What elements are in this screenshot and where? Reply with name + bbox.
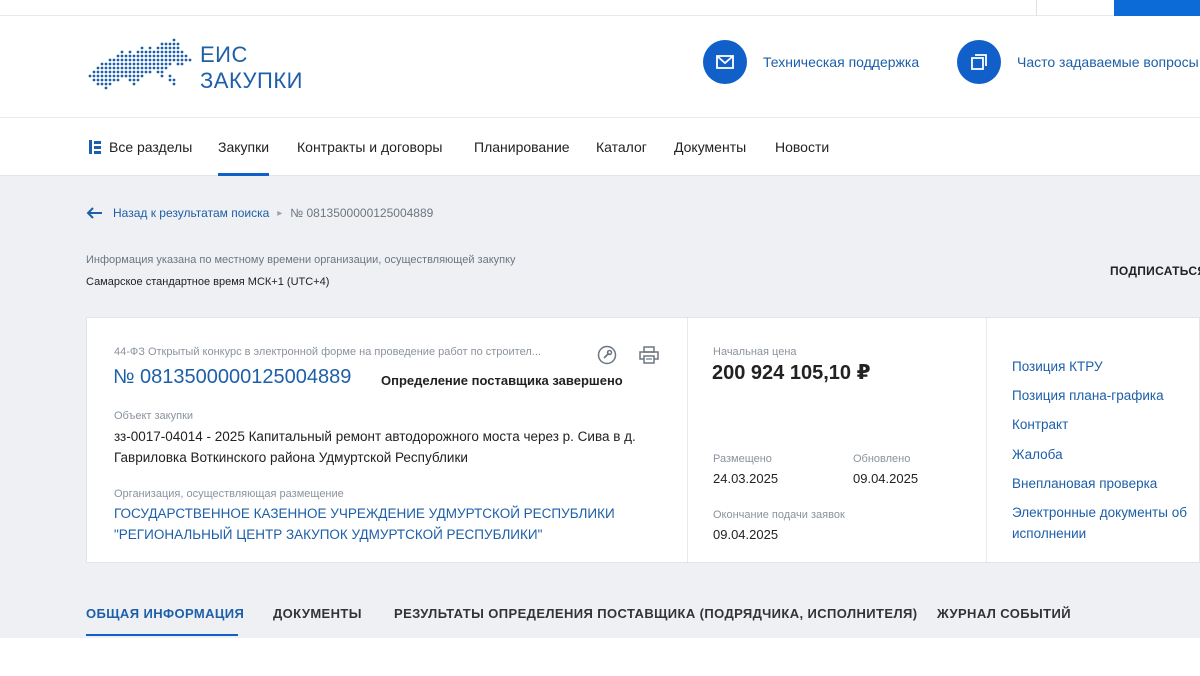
eis-logo[interactable]: ЕИС ЗАКУПКИ [86,38,316,98]
procedure-type: 44-ФЗ Открытый конкурс в электронной фор… [114,346,541,358]
price-value: 200 924 105,10 ₽ [712,362,871,384]
nav-all-sections[interactable]: Все разделы [88,118,192,176]
complaint-link[interactable]: Жалоба [1012,444,1063,465]
russia-map-dots-icon [88,38,192,90]
breadcrumb-current: № 0813500000125004889 [290,206,434,220]
object-value: зз-0017-04014 - 2025 Капитальный ремонт … [114,429,636,465]
timezone-info: Информация указана по местному времени о… [86,254,516,266]
tab-general-info[interactable]: ОБЩАЯ ИНФОРМАЦИЯ [86,606,244,621]
updated-date: 09.04.2025 [853,471,919,486]
arrow-left-icon[interactable] [86,207,103,219]
timezone-value: Самарское стандартное время МСК+1 (UTC+4… [86,276,330,288]
e-documents-link-line-2: исполнении [1012,526,1087,541]
logo-line-2: ЗАКУПКИ [200,68,303,93]
card-divider [687,318,688,562]
status-badge: Определение поставщика завершено [381,373,623,388]
updated-label: Обновлено [853,453,911,465]
registry-number-link[interactable]: № 0813500000125004889 [113,366,351,389]
logo-wordmark: ЕИС ЗАКУПКИ [200,42,303,94]
tab-supplier-results[interactable]: РЕЗУЛЬТАТЫ ОПРЕДЕЛЕНИЯ ПОСТАВЩИКА (ПОДРЯ… [394,606,917,621]
tab-documents[interactable]: ДОКУМЕНТЫ [273,606,362,621]
top-utility-strip [0,0,1200,16]
card-divider [986,318,987,562]
logo-line-1: ЕИС [200,42,248,67]
placed-date: 24.03.2025 [713,471,779,486]
price-label: Начальная цена [713,346,797,358]
unscheduled-check-link[interactable]: Внеплановая проверка [1012,473,1157,494]
nav-item-contracts[interactable]: Контракты и договоры [297,118,442,176]
main-nav: Все разделы Закупки Контракты и договоры… [0,118,1200,176]
plan-schedule-link[interactable]: Позиция плана-графика [1012,385,1164,406]
breadcrumb-separator-icon: ▸ [277,207,283,219]
deadline-label: Окончание подачи заявок [713,509,845,521]
sections-tree-icon [89,140,101,154]
nav-item-news[interactable]: Новости [775,118,829,176]
wrench-icon[interactable] [596,344,618,366]
breadcrumb: Назад к результатам поиска ▸ № 081350000… [86,206,433,220]
faq-windows-icon [957,40,1001,84]
top-strip-divider [1036,0,1037,16]
print-icon[interactable] [638,344,660,366]
placed-label: Размещено [713,453,772,465]
object-label: Объект закупки [114,410,194,422]
e-documents-link[interactable]: Электронные документы об исполнении [1012,502,1187,544]
contract-link[interactable]: Контракт [1012,414,1068,435]
nav-item-planning[interactable]: Планирование [474,118,570,176]
subscribe-button[interactable]: ПОДПИСАТЬСЯ [1110,264,1200,278]
organization-link[interactable]: ГОСУДАРСТВЕННОЕ КАЗЕННОЕ УЧРЕЖДЕНИЕ УДМУ… [114,503,654,545]
deadline-date: 09.04.2025 [713,527,779,542]
nav-item-catalog[interactable]: Каталог [596,118,647,176]
active-tab-indicator [86,634,238,636]
organization-label: Организация, осуществляющая размещение [114,488,344,500]
detail-tabs: ОБЩАЯ ИНФОРМАЦИЯ ДОКУМЕНТЫ РЕЗУЛЬТАТЫ ОП… [0,598,1200,638]
e-documents-link-line-1: Электронные документы об [1012,505,1187,520]
ktru-link[interactable]: Позиция КТРУ [1012,356,1103,377]
nav-item-purchases[interactable]: Закупки [218,118,270,176]
site-header: ЕИС ЗАКУПКИ Техническая поддержка Часто … [0,16,1200,118]
envelope-icon [703,40,747,84]
tab-event-log[interactable]: ЖУРНАЛ СОБЫТИЙ [937,606,1071,621]
faq-link[interactable]: Часто задаваемые вопросы [957,40,1199,84]
faq-link-label: Часто задаваемые вопросы [1017,54,1199,70]
support-link-label: Техническая поддержка [763,54,920,70]
nav-item-documents[interactable]: Документы [674,118,746,176]
purchase-card: 44-ФЗ Открытый конкурс в электронной фор… [86,317,1200,563]
top-strip-login-button[interactable] [1114,0,1200,16]
back-to-results-link[interactable]: Назад к результатам поиска [113,206,269,220]
nav-all-sections-label: Все разделы [109,139,193,155]
support-link[interactable]: Техническая поддержка [703,40,919,84]
